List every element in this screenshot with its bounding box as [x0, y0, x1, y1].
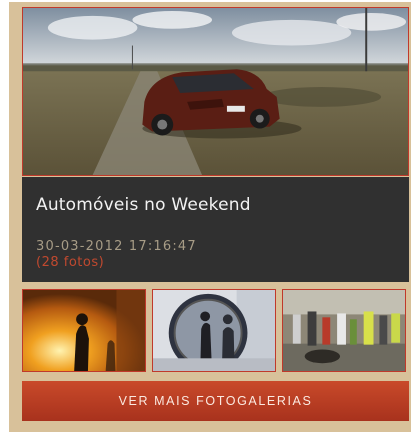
- photo-gallery-widget: Automóveis no Weekend 30-03-2012 17:16:4…: [9, 2, 411, 432]
- featured-gallery-image[interactable]: [22, 7, 409, 176]
- gallery-date: 30-03-2012 17:16:47: [36, 239, 197, 254]
- gallery-thumbnail-fire[interactable]: [22, 289, 146, 372]
- gallery-thumbnail-crowd[interactable]: [282, 289, 406, 372]
- fire-photo: [23, 290, 145, 371]
- crowd-photo: [283, 290, 405, 371]
- more-galleries-button[interactable]: VER MAIS FOTOGALERIAS: [22, 381, 409, 421]
- car-photo: [23, 8, 408, 175]
- photo-count: (28 fotos): [36, 255, 105, 270]
- gallery-title[interactable]: Automóveis no Weekend: [36, 195, 251, 215]
- gallery-info-panel: Automóveis no Weekend 30-03-2012 17:16:4…: [22, 177, 409, 282]
- gallery-thumbnail-window[interactable]: [152, 289, 276, 372]
- people-window-photo: [153, 290, 275, 371]
